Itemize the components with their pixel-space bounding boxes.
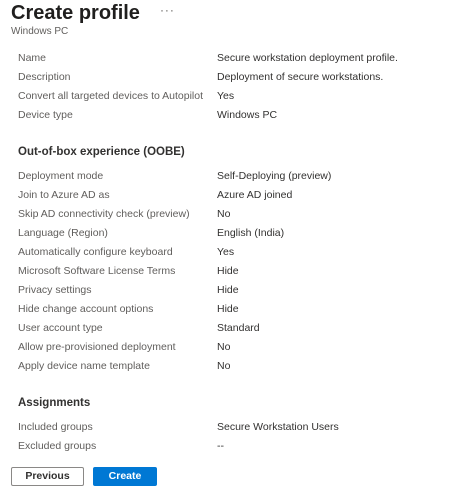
summary-row-user-account-type: User account type Standard: [18, 319, 474, 338]
summary-row-join-azure-ad: Join to Azure AD as Azure AD joined: [18, 186, 474, 205]
summary-row-device-name-template: Apply device name template No: [18, 357, 474, 376]
basics-section: Name Secure workstation deployment profi…: [18, 49, 474, 125]
oobe-section: Out-of-box experience (OOBE) Deployment …: [18, 143, 474, 376]
summary-row-description: Description Deployment of secure worksta…: [18, 68, 474, 87]
summary-row-configure-keyboard: Automatically configure keyboard Yes: [18, 243, 474, 262]
row-label: Deployment mode: [18, 170, 104, 182]
row-value: Hide: [217, 284, 239, 296]
summary-row-privacy-settings: Privacy settings Hide: [18, 281, 474, 300]
oobe-heading: Out-of-box experience (OOBE): [18, 146, 185, 158]
row-label: Automatically configure keyboard: [18, 246, 173, 258]
row-label: Allow pre-provisioned deployment: [18, 341, 176, 353]
row-label: Microsoft Software License Terms: [18, 265, 176, 277]
summary-row-device-type: Device type Windows PC: [18, 106, 474, 125]
row-label: Description: [18, 71, 71, 83]
summary-row-pre-provisioned: Allow pre-provisioned deployment No: [18, 338, 474, 357]
row-label: Skip AD connectivity check (preview): [18, 208, 190, 220]
summary-row-language: Language (Region) English (India): [18, 224, 474, 243]
summary-row-deployment-mode: Deployment mode Self-Deploying (preview): [18, 167, 474, 186]
row-label: Excluded groups: [18, 440, 97, 452]
row-value: No: [217, 208, 231, 220]
assignments-section: Assignments Included groups Secure Works…: [18, 394, 474, 456]
wizard-footer: Previous Create: [0, 458, 474, 486]
row-label: Convert all targeted devices to Autopilo…: [18, 90, 204, 102]
page-title: Create profile: [11, 2, 140, 24]
row-value: No: [217, 341, 231, 353]
row-value: Azure AD joined: [217, 189, 293, 201]
row-label: User account type: [18, 322, 103, 334]
title-row: Create profile ···: [11, 0, 461, 26]
row-value: Deployment of secure workstations.: [217, 71, 384, 83]
row-value: Windows PC: [217, 109, 278, 121]
row-value: Hide: [217, 265, 239, 277]
row-label: Language (Region): [18, 227, 108, 239]
create-button[interactable]: Create: [93, 467, 157, 486]
row-label: Apply device name template: [18, 360, 150, 372]
assignments-heading: Assignments: [18, 397, 91, 409]
row-value: No: [217, 360, 231, 372]
row-label: Hide change account options: [18, 303, 154, 315]
review-summary: Name Secure workstation deployment profi…: [18, 49, 474, 458]
row-label: Join to Azure AD as: [18, 189, 110, 201]
row-value: Yes: [217, 246, 235, 258]
row-label: Name: [18, 52, 47, 64]
row-value: Hide: [217, 303, 239, 315]
row-value: --: [217, 440, 224, 452]
row-value: Self-Deploying (preview): [217, 170, 332, 182]
summary-row-change-account-options: Hide change account options Hide: [18, 300, 474, 319]
row-label: Included groups: [18, 421, 93, 433]
page-subtitle: Windows PC: [11, 26, 69, 37]
row-value: Yes: [217, 90, 235, 102]
summary-row-excluded-groups: Excluded groups --: [18, 437, 474, 456]
ellipsis-icon[interactable]: ···: [160, 3, 175, 17]
row-value: English (India): [217, 227, 285, 239]
summary-row-name: Name Secure workstation deployment profi…: [18, 49, 474, 68]
summary-row-convert-autopilot: Convert all targeted devices to Autopilo…: [18, 87, 474, 106]
row-value: Secure Workstation Users: [217, 421, 339, 433]
summary-row-license-terms: Microsoft Software License Terms Hide: [18, 262, 474, 281]
summary-row-skip-ad-check: Skip AD connectivity check (preview) No: [18, 205, 474, 224]
row-value: Secure workstation deployment profile.: [217, 52, 398, 64]
row-label: Device type: [18, 109, 73, 121]
summary-row-included-groups: Included groups Secure Workstation Users: [18, 418, 474, 437]
previous-button[interactable]: Previous: [11, 467, 84, 486]
row-value: Standard: [217, 322, 260, 334]
page-header: Create profile ··· Windows PC: [11, 0, 461, 38]
row-label: Privacy settings: [18, 284, 92, 296]
